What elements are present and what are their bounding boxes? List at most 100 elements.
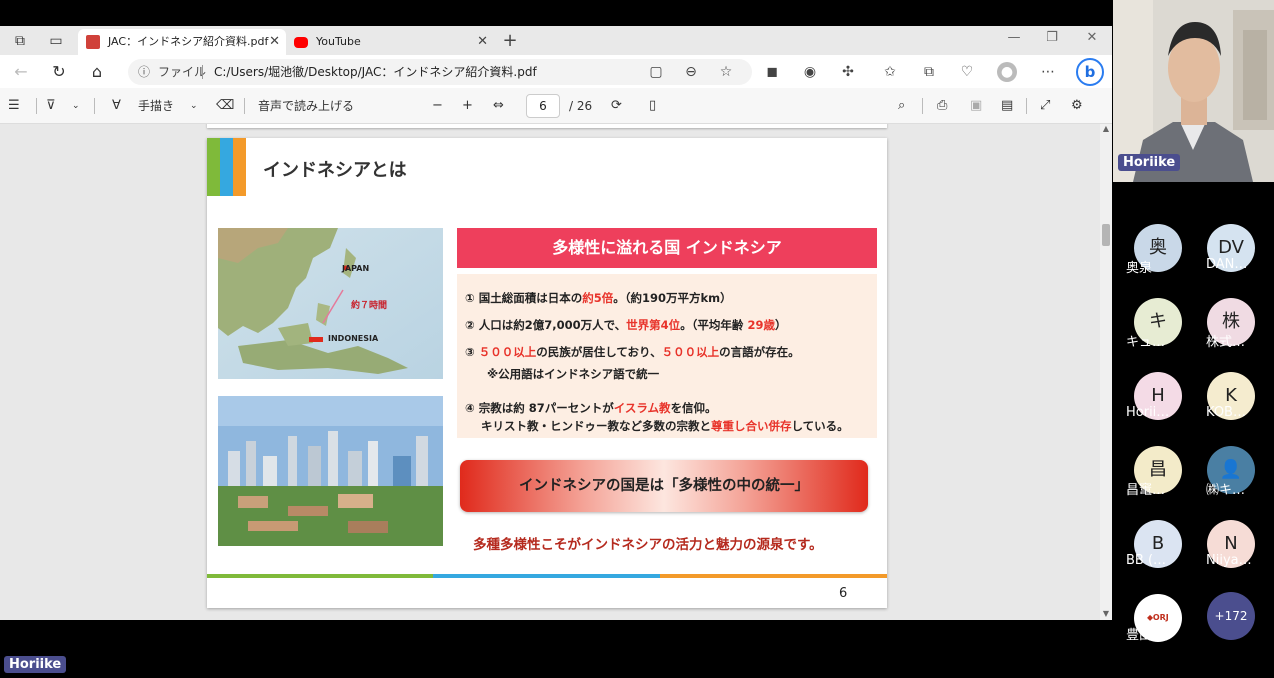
rotate-icon[interactable]: ⟳ [611, 97, 622, 115]
participant-tile[interactable]: 昌 昌竃… [1126, 446, 1186, 508]
zoom-out-icon[interactable]: − [432, 97, 443, 115]
participant-tile[interactable]: 株 株式… [1199, 298, 1259, 360]
participant-name: ㈱キ… [1206, 483, 1246, 498]
shield-icon[interactable]: ◉ [800, 62, 820, 82]
fact-ethnic-groups: ③ ５００以上の民族が居住しており、５００以上の言語が存在。 [465, 345, 800, 359]
close-window-icon[interactable]: ✕ [1082, 30, 1102, 45]
chevron-down-icon[interactable]: ⌄ [190, 97, 198, 115]
youtube-icon [294, 37, 308, 48]
footer-line-orange [660, 574, 887, 578]
zoom-icon[interactable]: ⊖ [681, 62, 701, 82]
bing-icon[interactable]: b [1076, 58, 1104, 86]
draw-icon[interactable]: ∀ [112, 97, 121, 115]
jakarta-skyline-image [218, 396, 443, 546]
close-icon[interactable]: ✕ [269, 29, 280, 55]
tab-youtube[interactable]: YouTube ✕ [286, 29, 494, 55]
tab-bar: ⧉ ▭ JAC：インドネシア紹介資料.pdf ✕ YouTube ✕ + — ❐… [0, 26, 1112, 55]
workspaces-icon[interactable]: ⧉ [10, 31, 30, 51]
extension-icon[interactable]: ◼ [762, 62, 782, 82]
participant-name: 豊田… [1126, 628, 1166, 643]
participant-tile[interactable]: K KOB… [1199, 372, 1259, 434]
participant-name: 昌竃… [1126, 483, 1166, 498]
slide-page: インドネシアとは JAPAN 約７時間 INDONESIA 多様性に溢れる国 イ… [207, 138, 887, 608]
browser-window: ⧉ ▭ JAC：インドネシア紹介資料.pdf ✕ YouTube ✕ + — ❐… [0, 26, 1112, 620]
more-icon[interactable]: ⋯ [1038, 62, 1058, 82]
save-as-icon[interactable]: ▤ [1001, 97, 1013, 115]
fact-area: ① 国土総面積は日本の約5倍。（約190万平方km） [465, 291, 732, 305]
vertical-scrollbar[interactable]: ▲ ▼ [1100, 124, 1112, 620]
slide-page-number: 6 [839, 586, 848, 601]
participant-tile[interactable]: N Niiya… [1199, 520, 1259, 582]
speaker-video[interactable]: Horiike [1113, 0, 1274, 182]
previous-page [207, 124, 887, 128]
pdf-toolbar: ☰ ⊽ ⌄ ∀ 手描き ⌄ ⌫ 音声で読み上げる − + ⇔ 6 / 26 ⟳ … [0, 88, 1112, 124]
highlight-icon[interactable]: ⊽ [46, 97, 56, 115]
scroll-up-icon[interactable]: ▲ [1100, 124, 1112, 133]
tab-label: YouTube [316, 35, 361, 48]
pdf-icon [86, 35, 100, 49]
tab-actions-icon[interactable]: ▭ [46, 31, 66, 51]
health-icon[interactable]: ♡ [957, 62, 977, 82]
settings-icon[interactable]: ⚙ [1071, 97, 1083, 115]
participant-tile[interactable]: B BB (… [1126, 520, 1186, 582]
favorites-icon[interactable]: ✩ [880, 62, 900, 82]
accent-bar-orange [233, 138, 246, 196]
participant-name: 株式… [1206, 335, 1246, 350]
slide-title: インドネシアとは [263, 160, 407, 181]
home-icon[interactable]: ⌂ [86, 61, 108, 83]
pdf-viewer[interactable]: インドネシアとは JAPAN 約７時間 INDONESIA 多様性に溢れる国 イ… [0, 124, 1112, 620]
page-view-icon[interactable]: ▯ [649, 97, 656, 115]
fullscreen-icon[interactable]: ⤢ [1040, 97, 1050, 115]
refresh-icon[interactable]: ↻ [48, 61, 70, 83]
participant-tile[interactable]: H Horii… [1126, 372, 1186, 434]
eraser-icon[interactable]: ⌫ [216, 97, 234, 115]
fact-population: ② 人口は約2億7,000万人で、世界第4位。（平均年齢 29歳） [465, 318, 787, 332]
map-label-indonesia: INDONESIA [328, 334, 379, 343]
divider [94, 98, 95, 114]
scroll-down-icon[interactable]: ▼ [1100, 609, 1112, 618]
participant-tile[interactable]: DV DAN… [1199, 224, 1259, 286]
participant-tile[interactable]: ⬥ORJ 豊田… [1126, 594, 1186, 656]
url-text: C:/Users/堀池徹/Desktop/JAC：インドネシア紹介資料.pdf [214, 65, 537, 79]
accent-bar-green [207, 138, 220, 196]
favorite-star-icon[interactable]: ☆ [716, 62, 736, 82]
new-tab-button[interactable]: + [500, 29, 520, 53]
participant-tile[interactable]: 奥 奥泉 [1126, 224, 1186, 286]
maximize-icon[interactable]: ❐ [1042, 30, 1062, 45]
close-icon[interactable]: ✕ [477, 29, 488, 55]
tab-pdf[interactable]: JAC：インドネシア紹介資料.pdf ✕ [78, 29, 286, 55]
search-icon[interactable]: ⌕ [898, 97, 905, 115]
divider [1026, 98, 1027, 114]
self-name-chip: Horiike [4, 656, 67, 673]
page-number-input[interactable]: 6 [526, 94, 560, 118]
zoom-in-icon[interactable]: + [462, 97, 473, 115]
participant-name: 奥泉 [1126, 261, 1153, 276]
read-aloud-button[interactable]: 音声で読み上げる [258, 97, 354, 115]
collections-icon[interactable]: ⧉ [919, 62, 939, 82]
participant-tile[interactable]: キ キュ… [1126, 298, 1186, 360]
contents-icon[interactable]: ☰ [8, 97, 20, 115]
file-label: ファイル [158, 65, 207, 79]
participant-name: Horii… [1126, 405, 1170, 420]
participant-tile[interactable]: 👤 ㈱キ… [1199, 446, 1259, 508]
more-participants-button[interactable]: +172 [1207, 592, 1255, 640]
profile-icon[interactable]: ● [997, 62, 1017, 82]
fit-page-icon[interactable]: ⇔ [493, 97, 504, 115]
puzzle-icon[interactable]: ✣ [838, 62, 858, 82]
speaker-name: Horiike [1118, 154, 1181, 171]
info-icon[interactable]: ⓘ [138, 59, 150, 85]
print-icon[interactable]: ⎙ [937, 97, 947, 115]
app-available-icon[interactable]: ▢ [646, 62, 666, 82]
scrollbar-thumb[interactable] [1102, 224, 1110, 246]
diversity-banner: 多様性に溢れる国 インドネシア [457, 228, 877, 268]
fact-language-note: ※公用語はインドネシア語で統一 [487, 367, 660, 381]
footer-line-blue [433, 574, 660, 578]
draw-label[interactable]: 手描き [138, 97, 174, 115]
divider [244, 98, 245, 114]
back-icon[interactable]: ← [10, 61, 32, 83]
save-icon[interactable]: ▣ [970, 97, 982, 115]
minimize-icon[interactable]: — [1004, 30, 1024, 45]
chevron-down-icon[interactable]: ⌄ [72, 97, 80, 115]
divider [202, 65, 203, 79]
accent-bar-blue [220, 138, 233, 196]
